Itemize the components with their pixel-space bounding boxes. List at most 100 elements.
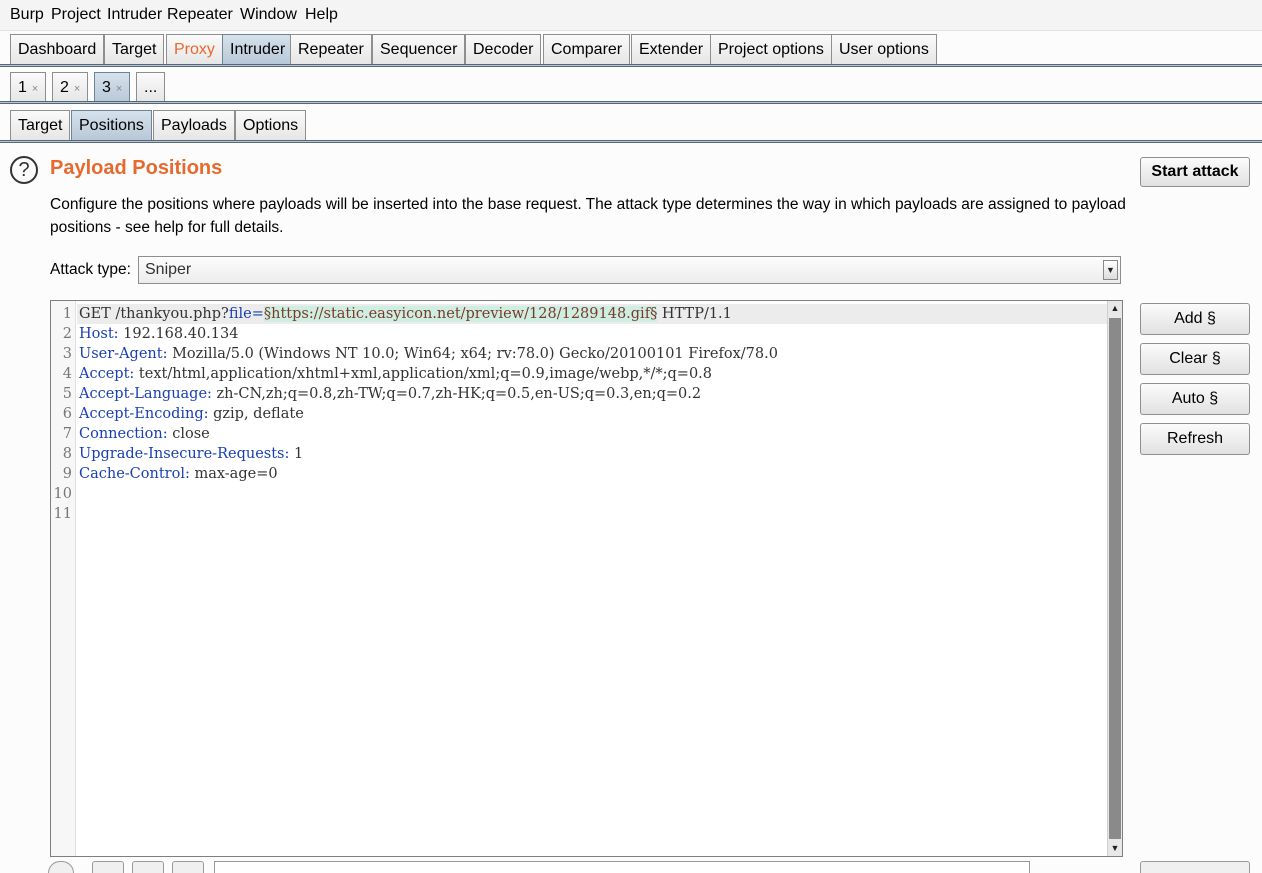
attack-tab-2[interactable]: 2 × (52, 72, 89, 102)
section-description: Configure the positions where payloads w… (50, 196, 1126, 236)
header-value: zh-CN,zh;q=0.8,zh-TW;q=0.7,zh-HK;q=0.5,e… (211, 386, 702, 402)
menu-burp[interactable]: Burp (10, 6, 44, 24)
attack-tab-bar: 1 × 2 × 3 × ... (0, 72, 1262, 102)
tab-intruder[interactable]: Intruder (222, 34, 294, 64)
header-name: Accept (79, 366, 130, 382)
request-line: GET /thankyou.php?file=§https://static.e… (79, 304, 732, 324)
start-attack-button[interactable]: Start attack (1140, 157, 1250, 187)
tab-options[interactable]: Options (235, 110, 307, 140)
header-line: User-Agent: Mozilla/5.0 (Windows NT 10.0… (79, 344, 778, 364)
line-number: 10 (53, 486, 72, 502)
header-line: Cache-Control: max-age=0 (79, 464, 278, 484)
header-name: Accept-Language (79, 386, 208, 402)
header-name: Upgrade-Insecure-Requests (79, 446, 285, 462)
attack-tab-1[interactable]: 1 × (10, 72, 47, 102)
tab-comparer[interactable]: Comparer (543, 34, 631, 64)
header-name: Accept-Encoding (79, 406, 204, 422)
line-number: 4 (62, 366, 72, 382)
request-editor[interactable]: 1 2 3 4 5 6 7 8 9 10 11 GET /thankyou.ph… (50, 300, 1123, 857)
toolbar-button[interactable] (132, 861, 164, 873)
header-value: text/html,application/xhtml+xml,applicat… (134, 366, 713, 382)
request-method-path: GET /thankyou.php? (79, 306, 229, 322)
header-value: 192.168.40.134 (118, 326, 239, 342)
scrollbar-thumb[interactable] (1109, 318, 1121, 839)
help-icon[interactable] (48, 861, 74, 873)
page-title: Payload Positions (50, 157, 223, 179)
scroll-up-icon[interactable]: ▲ (1108, 301, 1122, 316)
line-number: 2 (62, 326, 72, 342)
tab-decoder[interactable]: Decoder (465, 34, 542, 64)
attack-tab-3[interactable]: 3 × (94, 72, 131, 102)
editor-scrollbar[interactable]: ▲ ▼ (1107, 301, 1122, 856)
sub-tab-bar: Target Positions Payloads Options (0, 110, 1262, 140)
tab-sequencer[interactable]: Sequencer (372, 34, 466, 64)
line-number: 9 (62, 466, 72, 482)
toolbar-button[interactable] (172, 861, 204, 873)
search-input[interactable] (214, 861, 1030, 873)
header-line: Connection: close (79, 424, 210, 444)
new-attack-tab[interactable]: ... (136, 72, 166, 102)
add-marker-button[interactable]: Add § (1140, 303, 1250, 335)
tab-proxy[interactable]: Proxy (166, 34, 223, 64)
request-protocol: HTTP/1.1 (657, 306, 732, 322)
attack-type-select[interactable]: Sniper ▼ (138, 256, 1121, 284)
line-number: 7 (62, 426, 72, 442)
line-number: 8 (62, 446, 72, 462)
tab-target[interactable]: Target (104, 34, 165, 64)
tab-payloads[interactable]: Payloads (153, 110, 235, 140)
header-value: close (167, 426, 210, 442)
tab-dashboard[interactable]: Dashboard (10, 34, 105, 64)
attack-type-label: Attack type: (50, 261, 131, 278)
tab-positions[interactable]: Positions (71, 110, 152, 140)
header-line: Accept-Encoding: gzip, deflate (79, 404, 304, 424)
attack-tab-label: 3 (102, 79, 111, 96)
menu-intruder[interactable]: Intruder (107, 6, 162, 24)
menu-bar: Burp Project Intruder Repeater Window He… (0, 0, 1262, 31)
clear-markers-button[interactable]: Clear § (1140, 343, 1250, 375)
close-icon[interactable]: × (32, 83, 38, 95)
tab-extender[interactable]: Extender (631, 34, 712, 64)
header-value: max-age=0 (189, 466, 278, 482)
help-icon[interactable]: ? (10, 156, 38, 184)
close-icon[interactable]: × (74, 83, 80, 95)
menu-project[interactable]: Project (51, 6, 101, 24)
refresh-button[interactable]: Refresh (1140, 423, 1250, 455)
line-number: 5 (62, 386, 72, 402)
toolbar-button[interactable] (92, 861, 124, 873)
header-line: Accept: text/html,application/xhtml+xml,… (79, 364, 712, 384)
line-number: 11 (53, 506, 72, 522)
attack-tab-label: 2 (60, 79, 69, 96)
request-param: file= (228, 306, 264, 322)
header-line: Upgrade-Insecure-Requests: 1 (79, 444, 303, 464)
header-name: Host (79, 326, 114, 342)
line-number: 3 (62, 346, 72, 362)
close-icon[interactable]: × (116, 83, 122, 95)
menu-help[interactable]: Help (305, 6, 338, 24)
scroll-down-icon[interactable]: ▼ (1108, 841, 1122, 856)
payload-marker: §https://static.easyicon.net/preview/128… (263, 306, 658, 322)
header-name: Cache-Control (79, 466, 185, 482)
header-line: Accept-Language: zh-CN,zh;q=0.8,zh-TW;q=… (79, 384, 701, 404)
tab-user-options[interactable]: User options (831, 34, 937, 64)
auto-markers-button[interactable]: Auto § (1140, 383, 1250, 415)
menu-repeater[interactable]: Repeater (167, 6, 233, 24)
header-line: Host: 192.168.40.134 (79, 324, 238, 344)
bottom-button[interactable] (1140, 861, 1250, 873)
tab-divider (0, 140, 1262, 143)
chevron-down-icon[interactable]: ▼ (1103, 260, 1118, 280)
header-name: Connection (79, 426, 163, 442)
header-value: Mozilla/5.0 (Windows NT 10.0; Win64; x64… (167, 346, 778, 362)
header-name: User-Agent (79, 346, 163, 362)
header-value: 1 (289, 446, 304, 462)
tab-target-sub[interactable]: Target (10, 110, 71, 140)
line-number: 1 (62, 306, 72, 322)
tab-divider (0, 64, 1262, 67)
line-number: 6 (62, 406, 72, 422)
attack-type-value: Sniper (145, 261, 192, 278)
tab-divider (0, 101, 1262, 104)
header-value: gzip, deflate (208, 406, 304, 422)
menu-window[interactable]: Window (240, 6, 297, 24)
attack-tab-label: 1 (18, 79, 27, 96)
tab-project-options[interactable]: Project options (710, 34, 832, 64)
tab-repeater[interactable]: Repeater (290, 34, 372, 64)
